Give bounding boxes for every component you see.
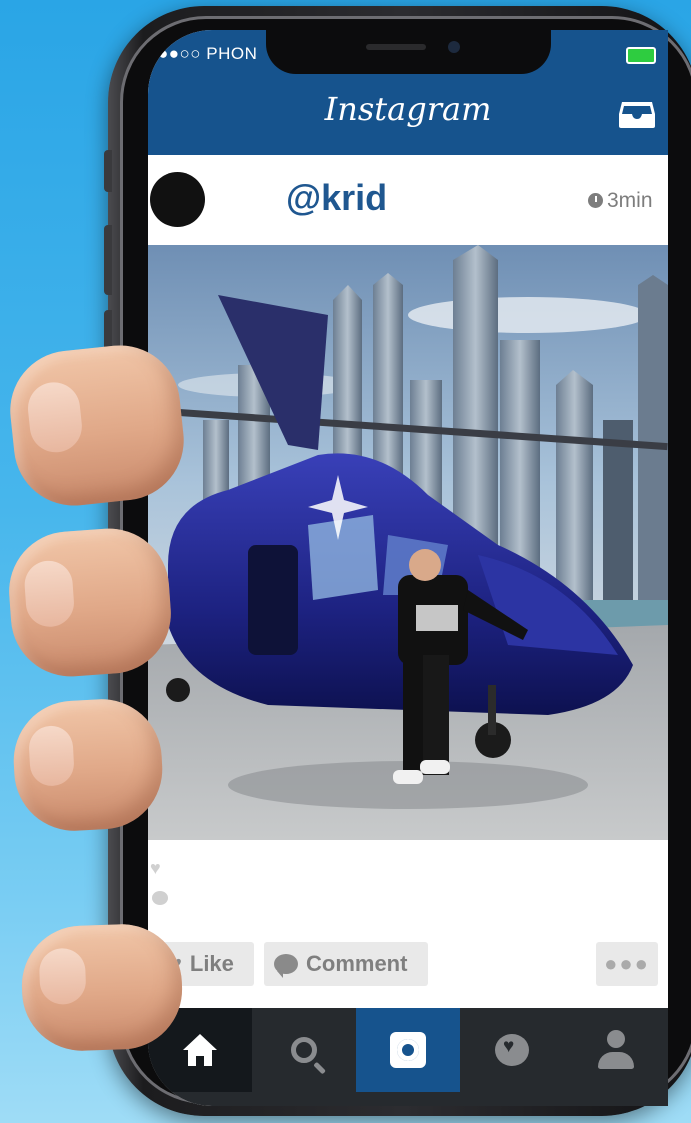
post-time-label: 3min	[607, 189, 653, 212]
more-options-button[interactable]: ●●●	[596, 942, 658, 986]
heart-bubble-icon	[495, 1034, 529, 1066]
middle-finger	[5, 524, 175, 681]
clock-icon	[588, 193, 603, 208]
nav-search[interactable]	[252, 1008, 356, 1092]
like-label: Like	[189, 951, 234, 976]
status-carrier: ●●○○ PHON	[158, 44, 258, 63]
post-username[interactable]: @krid	[286, 177, 387, 219]
battery-icon	[626, 47, 656, 64]
speaker-grille	[366, 44, 426, 50]
phone-screen: ●●○○ PHON Instagram @krid 3min ♥ Like Co…	[148, 30, 668, 1106]
comment-button[interactable]: Comment	[264, 942, 428, 986]
app-header: ●●○○ PHON Instagram	[148, 30, 668, 155]
nav-camera[interactable]	[356, 1008, 460, 1092]
ring-finger	[10, 696, 166, 834]
likes-heart-icon: ♥	[150, 858, 161, 878]
front-camera	[448, 41, 460, 53]
post-footer: ♥ ♥ Like Comment ●●●	[148, 840, 668, 1010]
volume-up-button	[104, 225, 112, 295]
comments-bubble-icon	[152, 891, 168, 905]
nav-profile[interactable]	[564, 1008, 668, 1092]
phone-notch	[266, 30, 551, 74]
person-icon	[598, 1030, 634, 1070]
helicopter-photo	[148, 245, 668, 840]
camera-icon	[390, 1032, 426, 1068]
speech-bubble-icon	[274, 954, 298, 978]
search-icon	[291, 1037, 317, 1063]
mute-switch	[104, 150, 112, 192]
inbox-tray-icon[interactable]	[618, 100, 656, 130]
app-logo: Instagram	[324, 90, 492, 128]
pinky-finger	[19, 922, 185, 1053]
index-finger	[4, 339, 190, 512]
nav-activity[interactable]	[460, 1008, 564, 1092]
avatar[interactable]	[150, 172, 205, 227]
post-photo[interactable]	[148, 245, 668, 840]
ellipsis-icon: ●●●	[604, 951, 650, 976]
comment-label: Comment	[306, 951, 408, 976]
home-icon	[183, 1034, 217, 1066]
bottom-navigation	[148, 1008, 668, 1106]
post-header: @krid 3min	[148, 155, 668, 245]
post-timestamp: 3min	[588, 189, 653, 213]
